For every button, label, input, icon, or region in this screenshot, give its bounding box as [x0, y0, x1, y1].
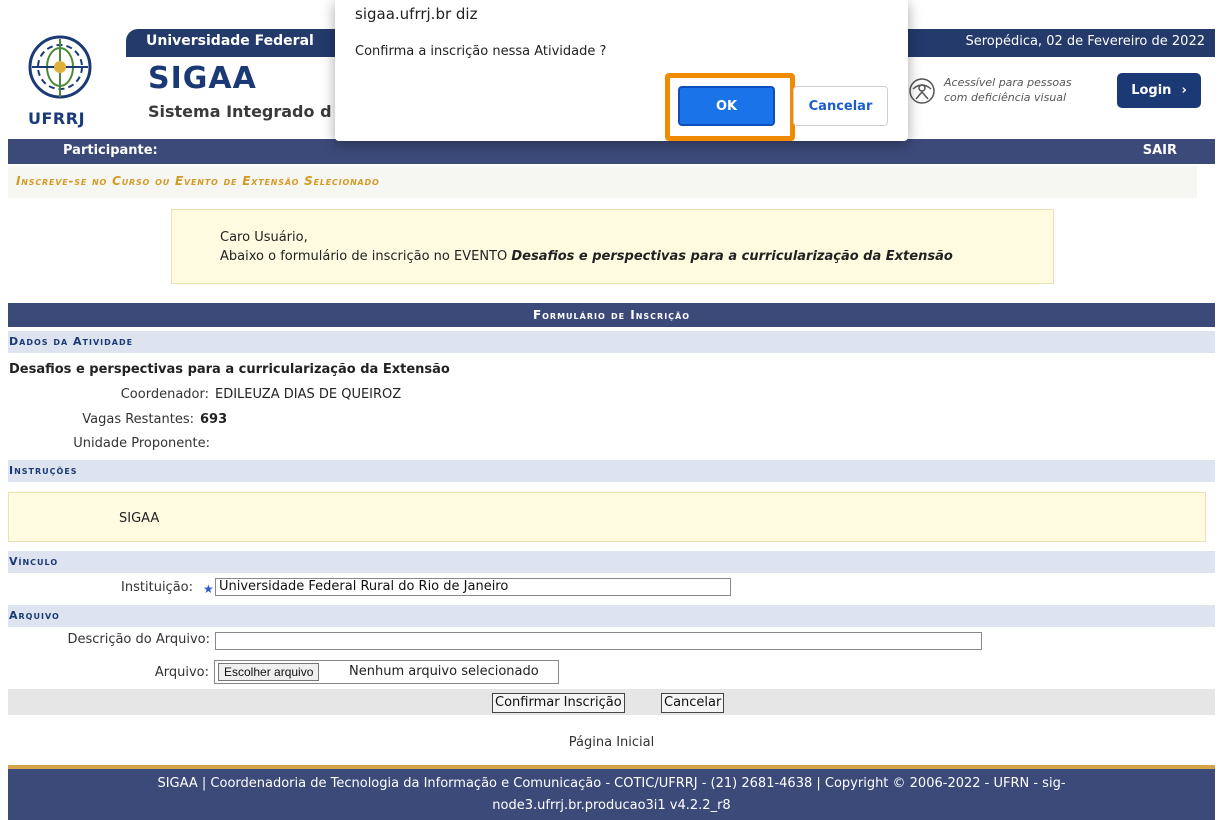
- ufrrj-logo: UFRRJ: [18, 31, 114, 131]
- form-button-bar: Confirmar Inscrição Cancelar: [8, 689, 1215, 715]
- choose-file-button[interactable]: Escolher arquivo: [218, 663, 320, 681]
- activity-name: Desafios e perspectivas para a curricula…: [9, 362, 450, 377]
- home-link[interactable]: Página Inicial: [0, 735, 1223, 750]
- dialog-ok-button[interactable]: OK: [678, 86, 775, 126]
- footer-line2: node3.ufrrj.br.producao3i1 v4.2.2_r8: [492, 798, 731, 813]
- required-star-icon: ★: [203, 582, 214, 596]
- info-box: Caro Usuário, Abaixo o formulário de ins…: [171, 209, 1054, 284]
- coordenador-label: Coordenador:: [120, 387, 209, 402]
- accessibility-link[interactable]: Acessível para pessoas com deficiência v…: [908, 73, 1108, 109]
- login-button[interactable]: Login ›: [1117, 73, 1201, 108]
- current-date: Seropédica, 02 de Fevereiro de 2022: [965, 34, 1205, 49]
- info-event-name: Desafios e perspectivas para a curricula…: [511, 249, 953, 264]
- confirm-dialog: sigaa.ufrrj.br diz Confirma a inscrição …: [335, 0, 908, 141]
- menu-bar: Participante: SAIR: [8, 139, 1215, 164]
- info-line: Abaixo o formulário de inscrição no EVEN…: [220, 249, 953, 264]
- dialog-cancel-button[interactable]: Cancelar: [793, 86, 888, 126]
- form-cancel-button[interactable]: Cancelar: [661, 693, 725, 713]
- file-input[interactable]: Escolher arquivo Nenhum arquivo selecion…: [214, 660, 559, 684]
- vagas-label: Vagas Restantes:: [82, 412, 194, 427]
- instructions-text: SIGAA: [119, 511, 160, 526]
- logo-text: UFRRJ: [28, 109, 86, 128]
- accessibility-line1: Acessível para pessoas: [944, 76, 1072, 89]
- section-title-bar: Inscreve-se no Curso ou Evento de Extens…: [8, 166, 1197, 198]
- accessibility-icon: [909, 78, 935, 104]
- footer: SIGAA | Coordenadoria de Tecnologia da I…: [8, 765, 1215, 820]
- footer-line1: SIGAA | Coordenadoria de Tecnologia da I…: [157, 776, 1066, 791]
- university-name: Universidade Federal: [146, 33, 314, 49]
- logout-link[interactable]: SAIR: [1143, 143, 1177, 158]
- participante-label: Participante:: [63, 143, 158, 158]
- instrucoes-header: Instruções: [8, 460, 1215, 482]
- accessibility-line2: com deficiência visual: [944, 91, 1067, 104]
- chevron-right-icon: ›: [1181, 83, 1187, 98]
- section-title: Inscreve-se no Curso ou Evento de Extens…: [16, 174, 380, 188]
- instituicao-label: Instituição:: [121, 580, 193, 595]
- login-label: Login: [1131, 83, 1172, 98]
- no-file-text: Nenhum arquivo selecionado: [349, 664, 539, 679]
- vinculo-header: Vínculo: [8, 551, 1215, 573]
- info-greeting: Caro Usuário,: [220, 230, 308, 245]
- dialog-title: sigaa.ufrrj.br diz: [355, 5, 478, 23]
- instituicao-input[interactable]: Universidade Federal Rural do Rio de Jan…: [215, 578, 731, 596]
- arquivo-label: Arquivo:: [154, 665, 209, 680]
- vagas-value: 693: [200, 412, 228, 427]
- info-line-prefix: Abaixo o formulário de inscrição no EVEN…: [220, 249, 512, 264]
- coordenador-value: EDILEUZA DIAS DE QUEIROZ: [215, 387, 402, 402]
- app-title: SIGAA: [148, 61, 257, 96]
- descricao-label: Descrição do Arquivo:: [67, 632, 210, 647]
- confirm-inscription-button[interactable]: Confirmar Inscrição: [492, 693, 625, 713]
- app-subtitle: Sistema Integrado d: [148, 102, 332, 121]
- descricao-input[interactable]: [215, 632, 982, 650]
- dialog-message: Confirma a inscrição nessa Atividade ?: [355, 44, 607, 59]
- instructions-box: SIGAA: [8, 492, 1206, 542]
- dados-atividade-header: Dados da Atividade: [8, 331, 1215, 353]
- form-caption: Formulário de Inscrição: [8, 303, 1215, 327]
- unidade-label: Unidade Proponente:: [73, 436, 210, 451]
- arquivo-header: Arquivo: [8, 605, 1215, 627]
